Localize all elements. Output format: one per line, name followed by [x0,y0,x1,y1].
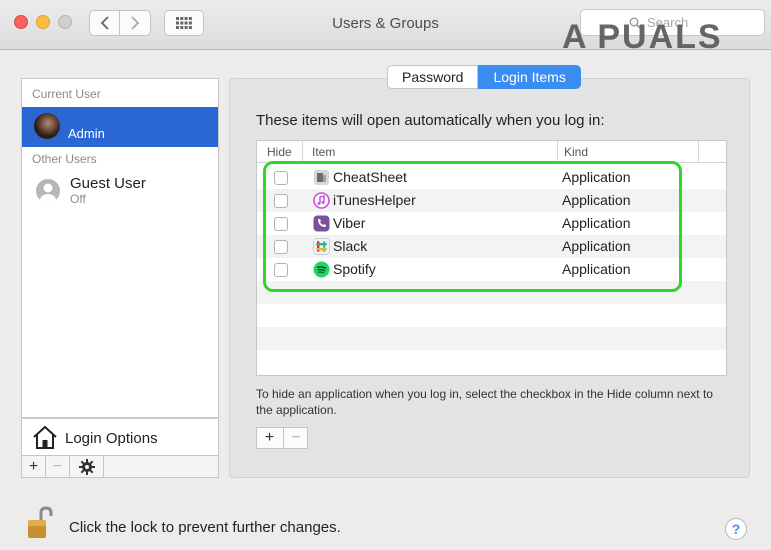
help-button[interactable]: ? [725,518,747,540]
add-user-button[interactable]: + [22,456,46,477]
gear-icon [78,458,95,475]
column-item[interactable]: Item [312,145,335,159]
empty-row [257,304,726,327]
current-user-label: Current User [32,87,101,101]
lock-message: Click the lock to prevent further change… [69,519,341,536]
remove-user-button[interactable]: − [46,456,70,477]
tab-login-items[interactable]: Login Items [478,65,581,89]
user-list-toolbar: + − [21,456,219,478]
empty-row [257,327,726,350]
other-users-label: Other Users [32,152,97,166]
highlight-box [263,161,682,292]
login-items-heading: These items will open automatically when… [256,112,605,129]
action-menu-button[interactable] [70,456,104,477]
user-item-admin[interactable]: Admin [22,107,218,147]
column-kind[interactable]: Kind [564,145,588,159]
login-items-toolbar: + − [256,427,308,449]
login-options-item[interactable]: Login Options [21,418,219,456]
guest-avatar-icon [36,179,60,203]
title-bar: Users & Groups Search A PUALS [0,0,771,56]
user-status: Off [70,192,86,206]
tab-password[interactable]: Password [387,65,479,89]
appuals-watermark: A PUALS [562,18,723,56]
avatar [34,113,60,139]
empty-row [257,350,726,375]
add-login-item-button[interactable]: + [257,428,282,448]
user-name: Admin [68,126,105,141]
user-name: Guest User [70,175,146,192]
table-header: Hide Item Kind [257,141,726,163]
tab-bar: Password Login Items [387,65,581,89]
user-list: Current User Admin Other Users Guest Use… [21,78,219,418]
column-hide[interactable]: Hide [267,145,292,159]
house-icon [33,425,57,449]
remove-login-item-button[interactable]: − [283,428,308,448]
lock-icon[interactable] [26,506,54,542]
hide-hint-text: To hide an application when you log in, … [256,387,713,417]
login-options-label: Login Options [65,430,158,447]
